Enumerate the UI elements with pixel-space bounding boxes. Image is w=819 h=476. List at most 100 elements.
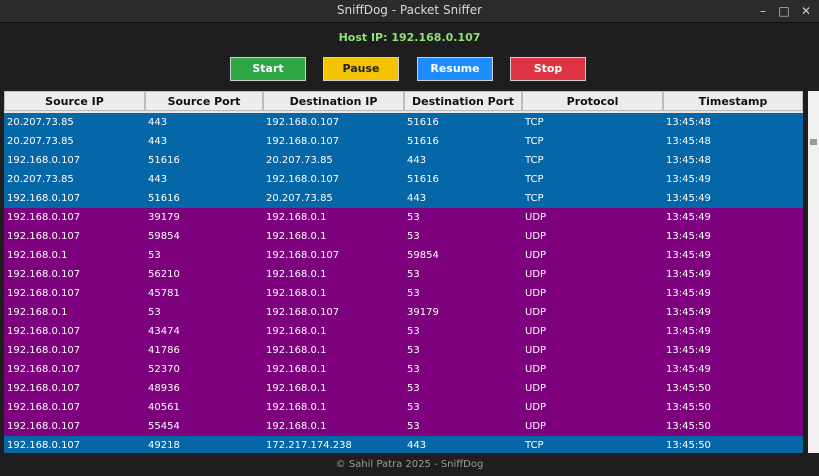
table-cell: 20.207.73.85 (266, 155, 333, 166)
start-button[interactable]: Start (230, 57, 306, 81)
table-row[interactable]: 192.168.0.1 53 192.168.0.107 59854 UDP 13:45:… (4, 246, 803, 265)
table-cell: 43474 (148, 326, 180, 337)
table-cell: TCP (525, 155, 544, 166)
table-cell: 192.168.0.107 (266, 117, 340, 128)
table-cell: 51616 (407, 174, 439, 185)
scrollbar-thumb[interactable] (810, 139, 817, 145)
table-cell: 192.168.0.107 (7, 326, 81, 337)
table-cell: UDP (525, 421, 547, 432)
table-cell: 443 (407, 155, 427, 166)
table-cell: 443 (148, 117, 168, 128)
table-cell: 192.168.0.107 (266, 307, 340, 318)
minimize-icon[interactable]: – (754, 2, 772, 20)
table-cell: 192.168.0.107 (7, 440, 81, 451)
table-row[interactable]: 192.168.0.107 51616 20.207.73.85 443 TCP 13:4… (4, 151, 803, 170)
table-cell: 41786 (148, 345, 180, 356)
table-row[interactable]: 192.168.0.107 48936 192.168.0.1 53 UDP 13:45:… (4, 379, 803, 398)
table-row[interactable]: 192.168.0.107 52370 192.168.0.1 53 UDP 13:45:… (4, 360, 803, 379)
table-row[interactable]: 192.168.0.107 39179 192.168.0.1 53 UDP 13:45:… (4, 208, 803, 227)
pause-button[interactable]: Pause (323, 57, 399, 81)
table-cell: 53 (148, 307, 161, 318)
column-header-protocol[interactable]: Protocol (522, 91, 663, 111)
stop-button[interactable]: Stop (510, 57, 586, 81)
column-header-destination-ip[interactable]: Destination IP (263, 91, 404, 111)
window-title: SniffDog - Packet Sniffer (336, 3, 483, 17)
table-cell: 39179 (407, 307, 439, 318)
table-cell: 53 (407, 421, 420, 432)
table-cell: 51616 (148, 155, 180, 166)
table-cell: 13:45:49 (666, 288, 711, 299)
table-cell: 13:45:48 (666, 136, 711, 147)
vertical-scrollbar[interactable] (808, 91, 819, 453)
table-cell: 53 (407, 402, 420, 413)
table-row[interactable]: 192.168.0.107 51616 20.207.73.85 443 TCP 13:4… (4, 189, 803, 208)
table-cell: TCP (525, 440, 544, 451)
table-cell: 192.168.0.107 (7, 364, 81, 375)
table-cell: 13:45:49 (666, 212, 711, 223)
table-row[interactable]: 20.207.73.85 443 192.168.0.107 51616 TCP 13:4… (4, 132, 803, 151)
table-row[interactable]: 192.168.0.107 41786 192.168.0.1 53 UDP 13:45:… (4, 341, 803, 360)
table-cell: 13:45:50 (666, 440, 711, 451)
table-cell: 192.168.0.1 (266, 231, 327, 242)
table-cell: 192.168.0.107 (7, 402, 81, 413)
table-cell: 192.168.0.1 (266, 402, 327, 413)
table-cell: 55454 (148, 421, 180, 432)
table-cell: 192.168.0.1 (266, 421, 327, 432)
close-icon[interactable]: ✕ (797, 2, 815, 20)
table-cell: UDP (525, 383, 547, 394)
table-cell: 51616 (148, 193, 180, 204)
table-row[interactable]: 192.168.0.107 59854 192.168.0.1 53 UDP 13:45:… (4, 227, 803, 246)
column-header-timestamp[interactable]: Timestamp (663, 91, 803, 111)
table-row[interactable]: 192.168.0.1 53 192.168.0.107 39179 UDP 13:45:… (4, 303, 803, 322)
table-cell: 53 (148, 250, 161, 261)
column-header-source-port[interactable]: Source Port (145, 91, 263, 111)
column-header-destination-port[interactable]: Destination Port (404, 91, 522, 111)
table-cell: 53 (407, 383, 420, 394)
table-row[interactable]: 192.168.0.107 43474 192.168.0.1 53 UDP 13:45:… (4, 322, 803, 341)
table-cell: 13:45:50 (666, 383, 711, 394)
table-cell: 40561 (148, 402, 180, 413)
table-row[interactable]: 192.168.0.107 56210 192.168.0.1 53 UDP 13:45:… (4, 265, 803, 284)
table-row[interactable]: 20.207.73.85 443 192.168.0.107 51616 TCP 13:4… (4, 170, 803, 189)
table-row[interactable]: 192.168.0.107 49218 172.217.174.238 443 TCP 1… (4, 436, 803, 453)
table-cell: UDP (525, 250, 547, 261)
table-cell: 13:45:49 (666, 231, 711, 242)
table-header: Source IP Source Port Destination IP Des… (4, 91, 803, 113)
table-cell: 172.217.174.238 (266, 440, 352, 451)
table-cell: 56210 (148, 269, 180, 280)
table-cell: UDP (525, 402, 547, 413)
table-cell: 53 (407, 212, 420, 223)
table-cell: 192.168.0.107 (7, 288, 81, 299)
table-cell: 192.168.0.107 (266, 136, 340, 147)
table-row[interactable]: 192.168.0.107 55454 192.168.0.1 53 UDP 13:45:… (4, 417, 803, 436)
maximize-icon[interactable]: □ (775, 2, 793, 20)
table-cell: TCP (525, 193, 544, 204)
table-cell: 53 (407, 345, 420, 356)
table-cell: 192.168.0.107 (7, 212, 81, 223)
table-cell: 192.168.0.1 (7, 307, 68, 318)
table-row[interactable]: 20.207.73.85 443 192.168.0.107 51616 TCP 13:4… (4, 113, 803, 132)
table-cell: UDP (525, 307, 547, 318)
table-cell: TCP (525, 136, 544, 147)
resume-button[interactable]: Resume (417, 57, 493, 81)
table-cell: 13:45:48 (666, 155, 711, 166)
table-cell: 39179 (148, 212, 180, 223)
column-header-source-ip[interactable]: Source IP (4, 91, 145, 111)
table-cell: 192.168.0.1 (7, 250, 68, 261)
table-cell: UDP (525, 269, 547, 280)
table-row[interactable]: 192.168.0.107 40561 192.168.0.1 53 UDP 13:45:… (4, 398, 803, 417)
table-cell: 443 (407, 193, 427, 204)
table-cell: UDP (525, 288, 547, 299)
table-cell: 13:45:49 (666, 307, 711, 318)
table-cell: 192.168.0.1 (266, 326, 327, 337)
table-cell: 192.168.0.107 (7, 421, 81, 432)
table-cell: 192.168.0.1 (266, 212, 327, 223)
table-cell: 443 (407, 440, 427, 451)
table-cell: 443 (148, 136, 168, 147)
table-row[interactable]: 192.168.0.107 45781 192.168.0.1 53 UDP 13:45:… (4, 284, 803, 303)
table-cell: 20.207.73.85 (7, 117, 74, 128)
table-cell: 20.207.73.85 (266, 193, 333, 204)
title-bar: SniffDog - Packet Sniffer – □ ✕ (0, 0, 819, 23)
table-cell: 443 (148, 174, 168, 185)
table-cell: 192.168.0.1 (266, 345, 327, 356)
